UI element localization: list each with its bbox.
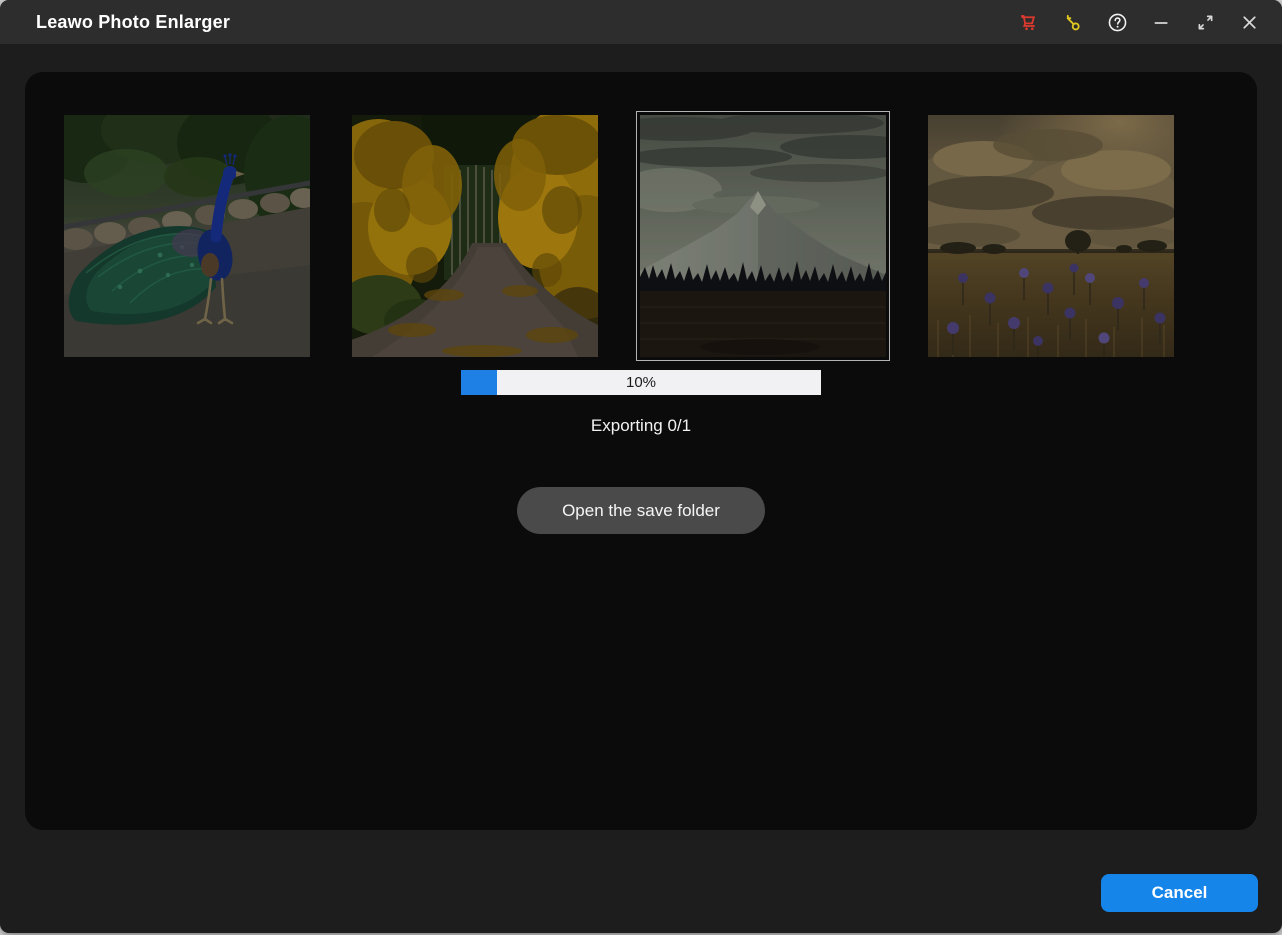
help-icon[interactable]	[1107, 12, 1128, 33]
titlebar-icons	[1019, 0, 1260, 44]
thumbnail-row	[64, 115, 1174, 357]
thumbnail-peacock[interactable]	[64, 115, 310, 357]
thumbnail-flower-field[interactable]	[928, 115, 1174, 357]
main-panel: 10% Exporting 0/1 Open the save folder	[25, 72, 1257, 830]
titlebar: Leawo Photo Enlarger	[0, 0, 1282, 44]
maximize-icon[interactable]	[1195, 12, 1216, 33]
thumbnail-autumn-road[interactable]	[352, 115, 598, 357]
open-save-folder-button[interactable]: Open the save folder	[517, 487, 765, 534]
close-icon[interactable]	[1239, 12, 1260, 33]
export-status-text: Exporting 0/1	[25, 416, 1257, 436]
app-window: Leawo Photo Enlarger	[0, 0, 1282, 933]
thumbnail-mountain[interactable]	[640, 115, 886, 357]
cancel-button[interactable]: Cancel	[1101, 874, 1258, 912]
autumn-road-photo	[352, 115, 598, 357]
flower-field-photo	[928, 115, 1174, 357]
mountain-photo	[640, 115, 886, 357]
export-progress-bar: 10%	[461, 370, 821, 395]
minimize-icon[interactable]	[1151, 12, 1172, 33]
key-icon[interactable]	[1063, 12, 1084, 33]
peacock-photo	[64, 115, 310, 357]
progress-percent-label: 10%	[461, 370, 821, 395]
cart-icon[interactable]	[1019, 12, 1040, 33]
app-title: Leawo Photo Enlarger	[36, 12, 230, 33]
